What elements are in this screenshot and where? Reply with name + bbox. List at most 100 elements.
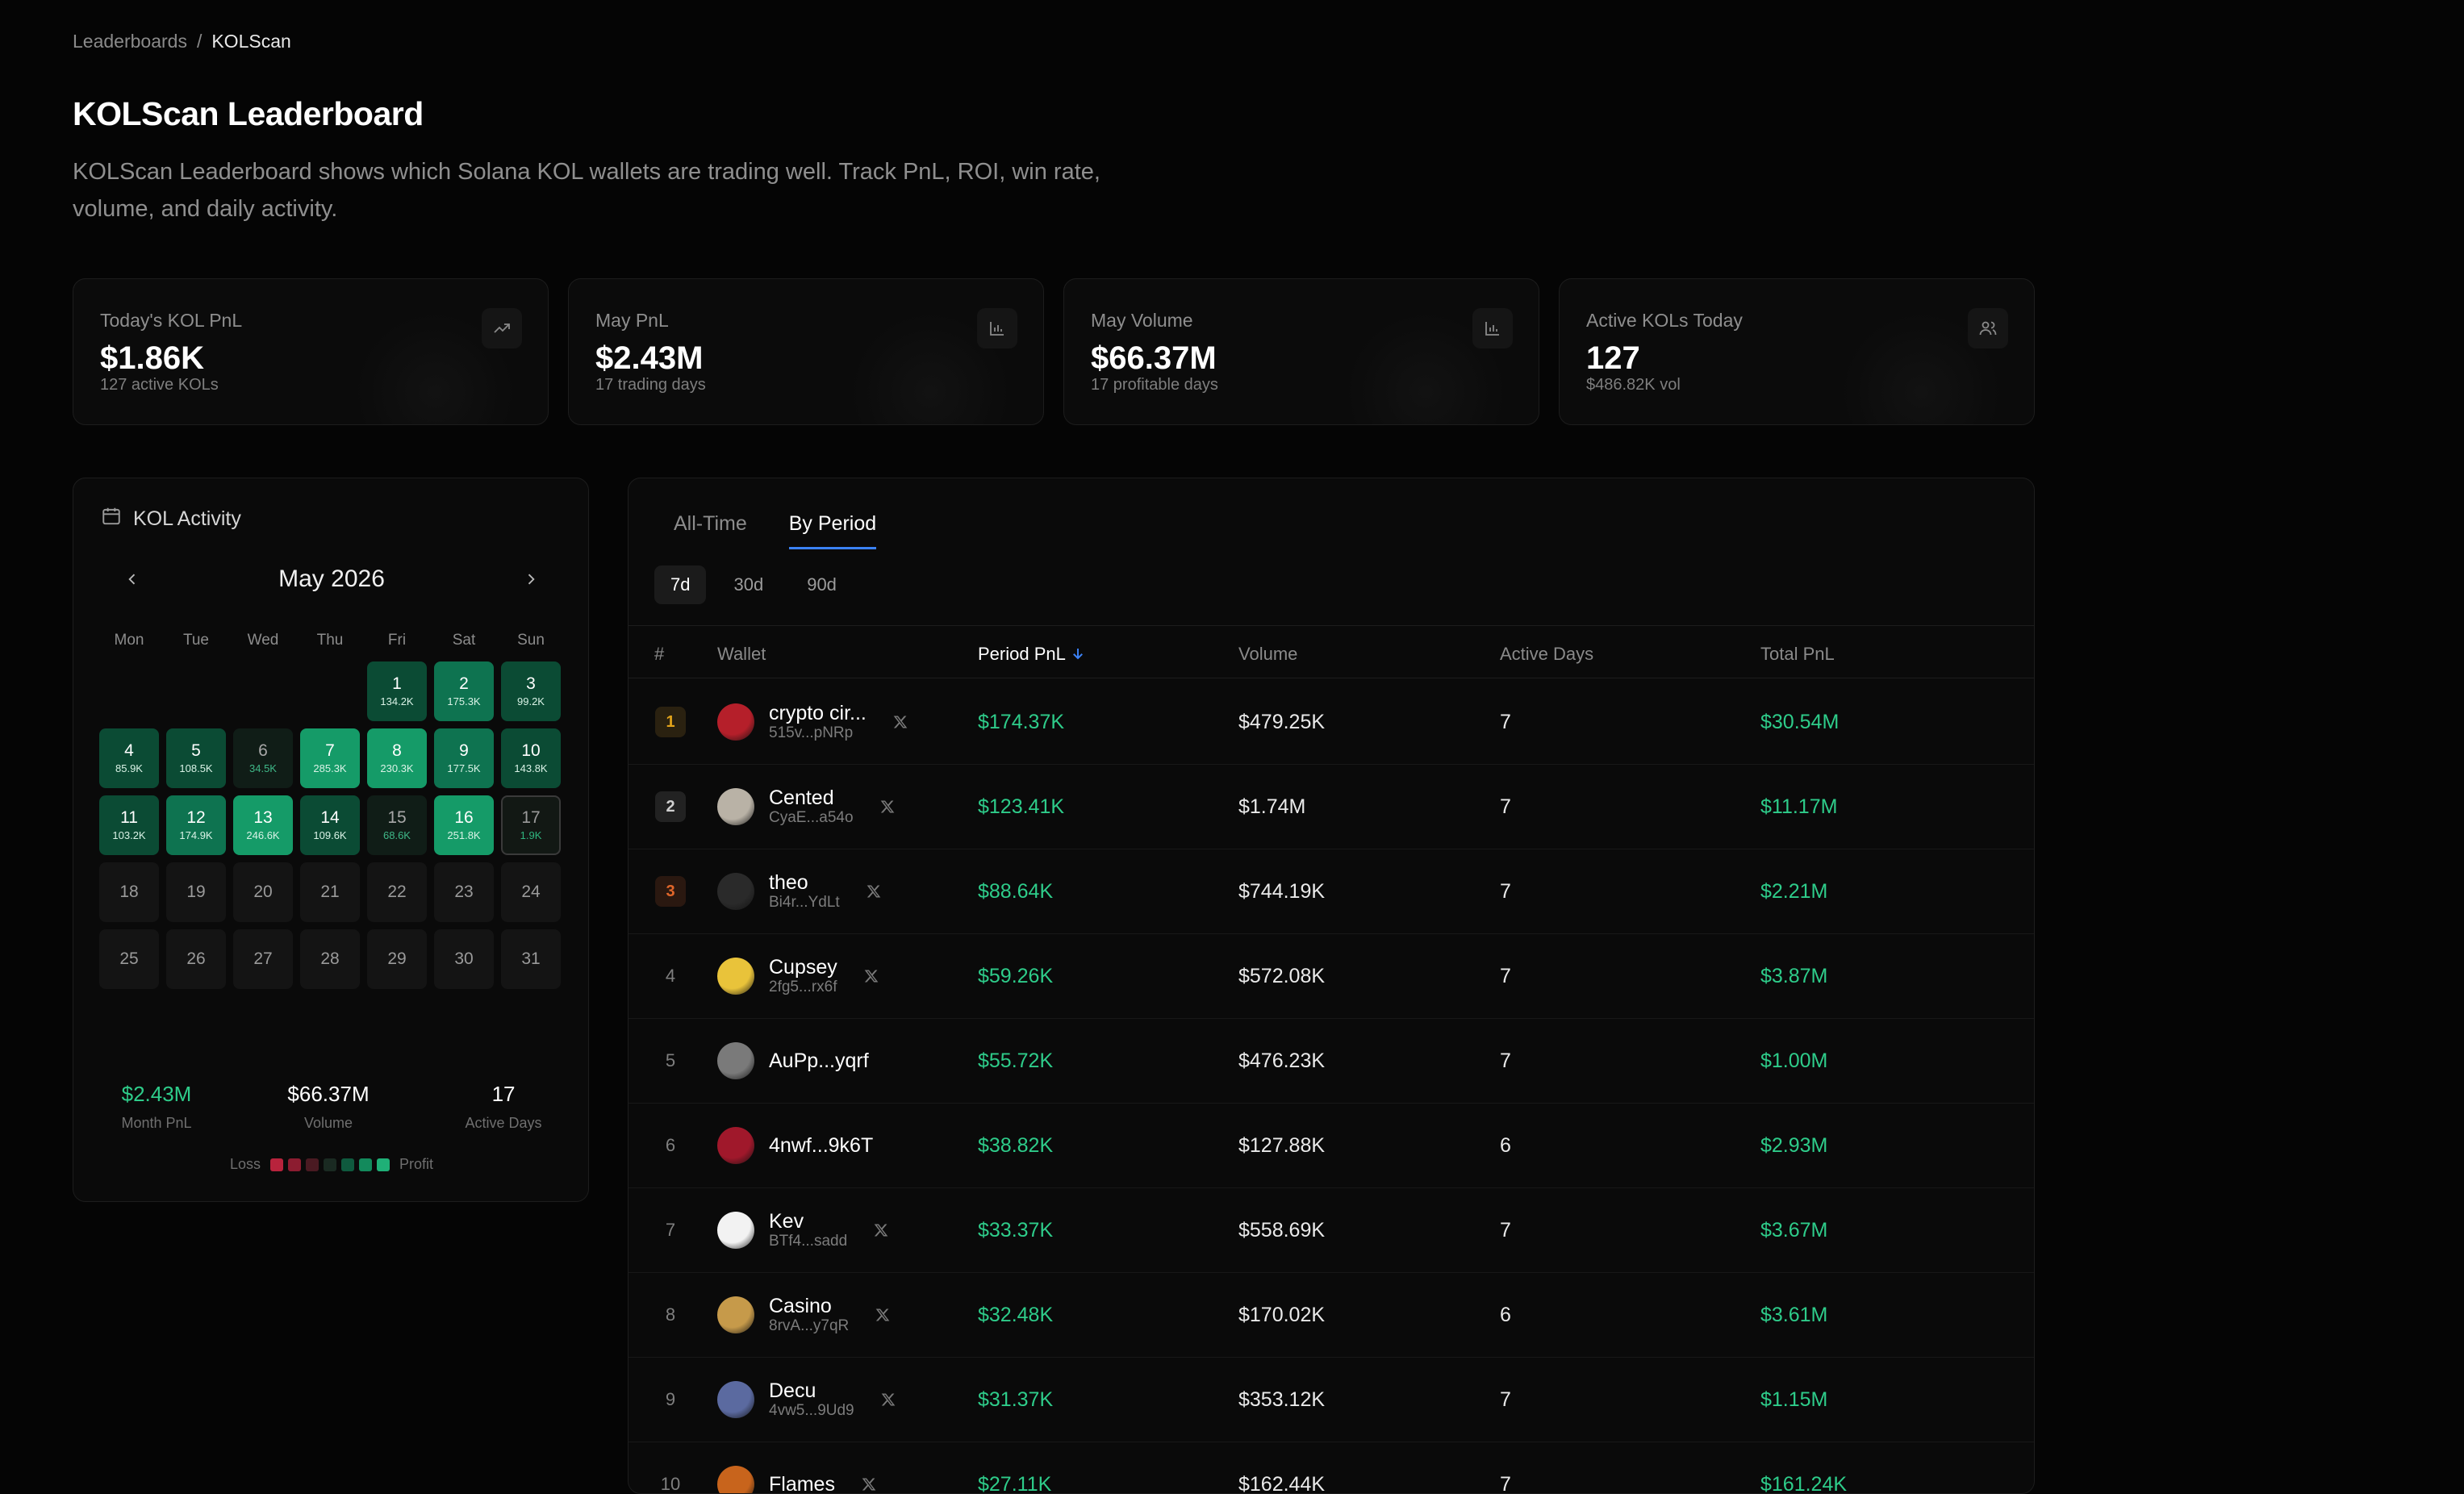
calendar-day[interactable]: 20: [233, 862, 293, 922]
calendar-day[interactable]: 29: [367, 929, 427, 989]
wallet-name[interactable]: Cupsey: [769, 956, 837, 979]
calendar-icon: [101, 506, 122, 532]
calendar-day[interactable]: 11 103.2K: [99, 795, 159, 855]
table-row[interactable]: 10 Flames $27.11K $162.44K 7 $161.24K: [629, 1442, 2034, 1494]
avatar[interactable]: [717, 788, 754, 825]
tab-all-time[interactable]: All-Time: [674, 512, 747, 549]
calendar-day[interactable]: 6 34.5K: [233, 728, 293, 788]
breadcrumb-leaderboards[interactable]: Leaderboards: [73, 31, 187, 52]
volume-cell: $162.44K: [1238, 1472, 1326, 1494]
calendar-day[interactable]: 16 251.8K: [434, 795, 494, 855]
x-icon[interactable]: [873, 1222, 889, 1238]
tab-by-period[interactable]: By Period: [788, 512, 877, 549]
wallet-cell[interactable]: Cupsey 2fg5...rx6f: [717, 934, 879, 1018]
wallet-name[interactable]: crypto cir...: [769, 702, 867, 724]
table-row[interactable]: 3 theo Bi4r...YdLt $88.64K $744.19K 7 $2.21M: [629, 849, 2034, 934]
calendar-day[interactable]: 31: [501, 929, 561, 989]
day-number: 19: [186, 883, 206, 901]
calendar-day[interactable]: 7 285.3K: [300, 728, 360, 788]
wallet-cell[interactable]: AuPp...yqrf: [717, 1019, 869, 1103]
avatar[interactable]: [717, 873, 754, 910]
day-number: 6: [258, 741, 268, 760]
avatar[interactable]: [717, 1127, 754, 1164]
table-row[interactable]: 6 4nwf...9k6T $38.82K $127.88K 6 $2.93M: [629, 1104, 2034, 1188]
calendar-day[interactable]: 10 143.8K: [501, 728, 561, 788]
day-number: 21: [320, 883, 340, 901]
period-30d-button[interactable]: 30d: [717, 565, 779, 604]
column-header-total-pnl[interactable]: Total PnL: [1760, 644, 1835, 665]
calendar-day[interactable]: 28: [300, 929, 360, 989]
day-number: 13: [253, 808, 273, 827]
calendar-day[interactable]: 22: [367, 862, 427, 922]
column-header-wallet[interactable]: Wallet: [717, 644, 766, 665]
total-pnl-cell: $30.54M: [1760, 710, 1840, 733]
table-row[interactable]: 7 Kev BTf4...sadd $33.37K $558.69K 7 $3.67M: [629, 1188, 2034, 1273]
x-icon[interactable]: [879, 799, 896, 815]
table-row[interactable]: 9 Decu 4vw5...9Ud9 $31.37K $353.12K 7 $1.15M: [629, 1358, 2034, 1442]
wallet-name[interactable]: 4nwf...9k6T: [769, 1134, 873, 1157]
wallet-name[interactable]: AuPp...yqrf: [769, 1050, 869, 1072]
column-header-period-pnl[interactable]: Period PnL: [978, 644, 1085, 666]
table-row[interactable]: 5 AuPp...yqrf $55.72K $476.23K 7 $1.00M: [629, 1019, 2034, 1104]
x-icon[interactable]: [892, 714, 908, 730]
x-icon[interactable]: [875, 1307, 891, 1323]
wallet-cell[interactable]: Flames: [717, 1442, 877, 1493]
wallet-name[interactable]: theo: [769, 871, 840, 894]
calendar-day[interactable]: 19: [166, 862, 226, 922]
x-icon[interactable]: [866, 883, 882, 899]
wallet-name[interactable]: Decu: [769, 1379, 854, 1402]
calendar-day[interactable]: 25: [99, 929, 159, 989]
column-header-active-days[interactable]: Active Days: [1500, 644, 1593, 665]
wallet-cell[interactable]: Cented CyaE...a54o: [717, 765, 896, 849]
calendar-day[interactable]: 2 175.3K: [434, 661, 494, 721]
calendar-day[interactable]: 23: [434, 862, 494, 922]
avatar[interactable]: [717, 1212, 754, 1249]
wallet-cell[interactable]: 4nwf...9k6T: [717, 1104, 873, 1187]
calendar-day[interactable]: 13 246.6K: [233, 795, 293, 855]
avatar[interactable]: [717, 1042, 754, 1079]
table-row[interactable]: 1 crypto cir... 515v...pNRp $174.37K $479.25…: [629, 680, 2034, 765]
calendar-day[interactable]: 15 68.6K: [367, 795, 427, 855]
calendar-day[interactable]: 27: [233, 929, 293, 989]
calendar-day[interactable]: 1 134.2K: [367, 661, 427, 721]
avatar[interactable]: [717, 958, 754, 995]
period-7d-button[interactable]: 7d: [654, 565, 707, 604]
avatar[interactable]: [717, 703, 754, 741]
calendar-day[interactable]: 24: [501, 862, 561, 922]
wallet-cell[interactable]: Casino 8rvA...y7qR: [717, 1273, 891, 1357]
calendar-day[interactable]: 3 99.2K: [501, 661, 561, 721]
calendar-day[interactable]: 17 1.9K: [501, 795, 561, 855]
calendar-day[interactable]: 30: [434, 929, 494, 989]
table-row[interactable]: 4 Cupsey 2fg5...rx6f $59.26K $572.08K 7 $3.87M: [629, 934, 2034, 1019]
avatar[interactable]: [717, 1296, 754, 1333]
x-icon[interactable]: [861, 1476, 877, 1492]
wallet-cell[interactable]: Kev BTf4...sadd: [717, 1188, 889, 1272]
calendar-day[interactable]: 5 108.5K: [166, 728, 226, 788]
calendar-day[interactable]: 8 230.3K: [367, 728, 427, 788]
calendar-day[interactable]: 9 177.5K: [434, 728, 494, 788]
wallet-name[interactable]: Cented: [769, 787, 854, 809]
x-icon[interactable]: [880, 1392, 896, 1408]
next-month-button[interactable]: [519, 567, 543, 591]
bar-chart-icon: [1472, 308, 1513, 348]
table-row[interactable]: 2 Cented CyaE...a54o $123.41K $1.74M 7 $11.17M: [629, 765, 2034, 849]
table-row[interactable]: 8 Casino 8rvA...y7qR $32.48K $170.02K 6 $3.61M: [629, 1273, 2034, 1358]
wallet-name[interactable]: Kev: [769, 1210, 847, 1233]
avatar[interactable]: [717, 1381, 754, 1418]
calendar-blank: [166, 661, 226, 721]
wallet-cell[interactable]: crypto cir... 515v...pNRp: [717, 680, 908, 764]
calendar-day[interactable]: 26: [166, 929, 226, 989]
calendar-day[interactable]: 21: [300, 862, 360, 922]
wallet-cell[interactable]: theo Bi4r...YdLt: [717, 849, 882, 933]
calendar-day[interactable]: 4 85.9K: [99, 728, 159, 788]
x-icon[interactable]: [863, 968, 879, 984]
period-90d-button[interactable]: 90d: [791, 565, 853, 604]
calendar-day[interactable]: 18: [99, 862, 159, 922]
calendar-day[interactable]: 14 109.6K: [300, 795, 360, 855]
column-header-volume[interactable]: Volume: [1238, 644, 1297, 665]
calendar-day[interactable]: 12 174.9K: [166, 795, 226, 855]
wallet-name[interactable]: Flames: [769, 1473, 835, 1493]
wallet-cell[interactable]: Decu 4vw5...9Ud9: [717, 1358, 896, 1442]
wallet-name[interactable]: Casino: [769, 1295, 849, 1317]
avatar[interactable]: [717, 1466, 754, 1493]
